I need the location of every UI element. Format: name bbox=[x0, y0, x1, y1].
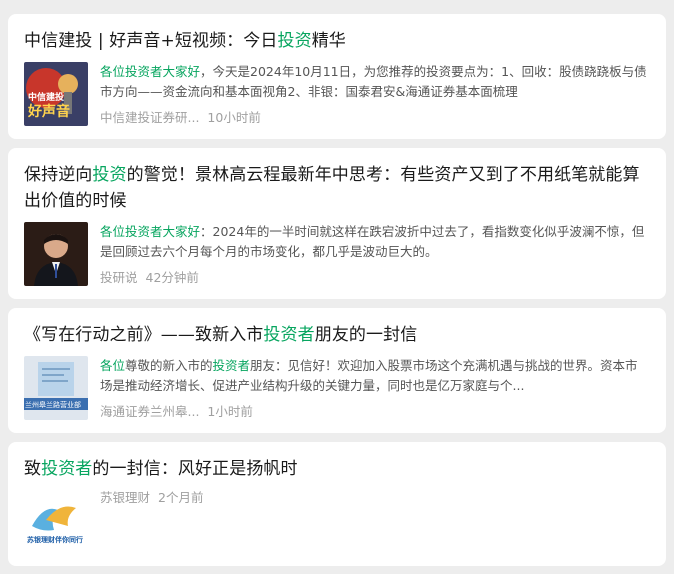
result-source[interactable]: 苏银理财 bbox=[100, 490, 150, 506]
result-title[interactable]: 《写在行动之前》——致新入市投资者朋友的一封信 bbox=[24, 322, 650, 348]
result-card[interactable]: 《写在行动之前》——致新入市投资者朋友的一封信 兰州皋兰路营业部 各位尊敬的新入… bbox=[8, 308, 666, 433]
result-meta: 海通证券兰州皋... 1小时前 bbox=[100, 404, 650, 420]
result-card[interactable]: 保持逆向投资的警觉！景林高云程最新年中思考：有些资产又到了不用纸笔就能算出价值的… bbox=[8, 148, 666, 299]
svg-text:苏银理财伴你同行: 苏银理财伴你同行 bbox=[27, 535, 83, 544]
result-thumbnail[interactable]: 兰州皋兰路营业部 bbox=[24, 356, 88, 420]
result-time: 10小时前 bbox=[207, 110, 261, 125]
result-thumbnail[interactable]: 中信建投 好声音 bbox=[24, 62, 88, 126]
result-snippet: 各位投资者大家好：2024年的一半时间就这样在跌宕波折中过去了，看指数变化似乎波… bbox=[100, 224, 645, 259]
result-title[interactable]: 保持逆向投资的警觉！景林高云程最新年中思考：有些资产又到了不用纸笔就能算出价值的… bbox=[24, 162, 650, 214]
result-source[interactable]: 中信建投证券研... bbox=[100, 110, 199, 126]
result-time: 2个月前 bbox=[158, 490, 204, 505]
result-title[interactable]: 中信建投 | 好声音+短视频：今日投资精华 bbox=[24, 28, 650, 54]
svg-text:兰州皋兰路营业部: 兰州皋兰路营业部 bbox=[25, 400, 81, 409]
result-time: 1小时前 bbox=[207, 404, 253, 419]
result-source[interactable]: 投研说 bbox=[100, 270, 138, 286]
result-card[interactable]: 致投资者的一封信：风好正是扬帆时 苏银理财伴你同行 苏银理财 2个月前 bbox=[8, 442, 666, 566]
result-snippet: 各位投资者大家好，今天是2024年10月11日，为您推荐的投资要点为：1、回收：… bbox=[100, 64, 647, 99]
result-meta: 投研说 42分钟前 bbox=[100, 270, 650, 286]
result-time: 42分钟前 bbox=[145, 270, 199, 285]
result-meta: 中信建投证券研... 10小时前 bbox=[100, 110, 650, 126]
result-meta: 苏银理财 2个月前 bbox=[100, 490, 650, 506]
result-source[interactable]: 海通证券兰州皋... bbox=[100, 404, 199, 420]
result-thumbnail[interactable]: 苏银理财伴你同行 bbox=[24, 490, 88, 554]
svg-text:中信建投: 中信建投 bbox=[28, 91, 64, 103]
result-card[interactable]: 中信建投 | 好声音+短视频：今日投资精华 中信建投 好声音 各位投资者大家好，… bbox=[8, 14, 666, 139]
result-title[interactable]: 致投资者的一封信：风好正是扬帆时 bbox=[24, 456, 650, 482]
result-thumbnail[interactable] bbox=[24, 222, 88, 286]
svg-text:好声音: 好声音 bbox=[27, 103, 70, 120]
result-snippet: 各位尊敬的新入市的投资者朋友：见信好！欢迎加入股票市场这个充满机遇与挑战的世界。… bbox=[100, 358, 638, 393]
